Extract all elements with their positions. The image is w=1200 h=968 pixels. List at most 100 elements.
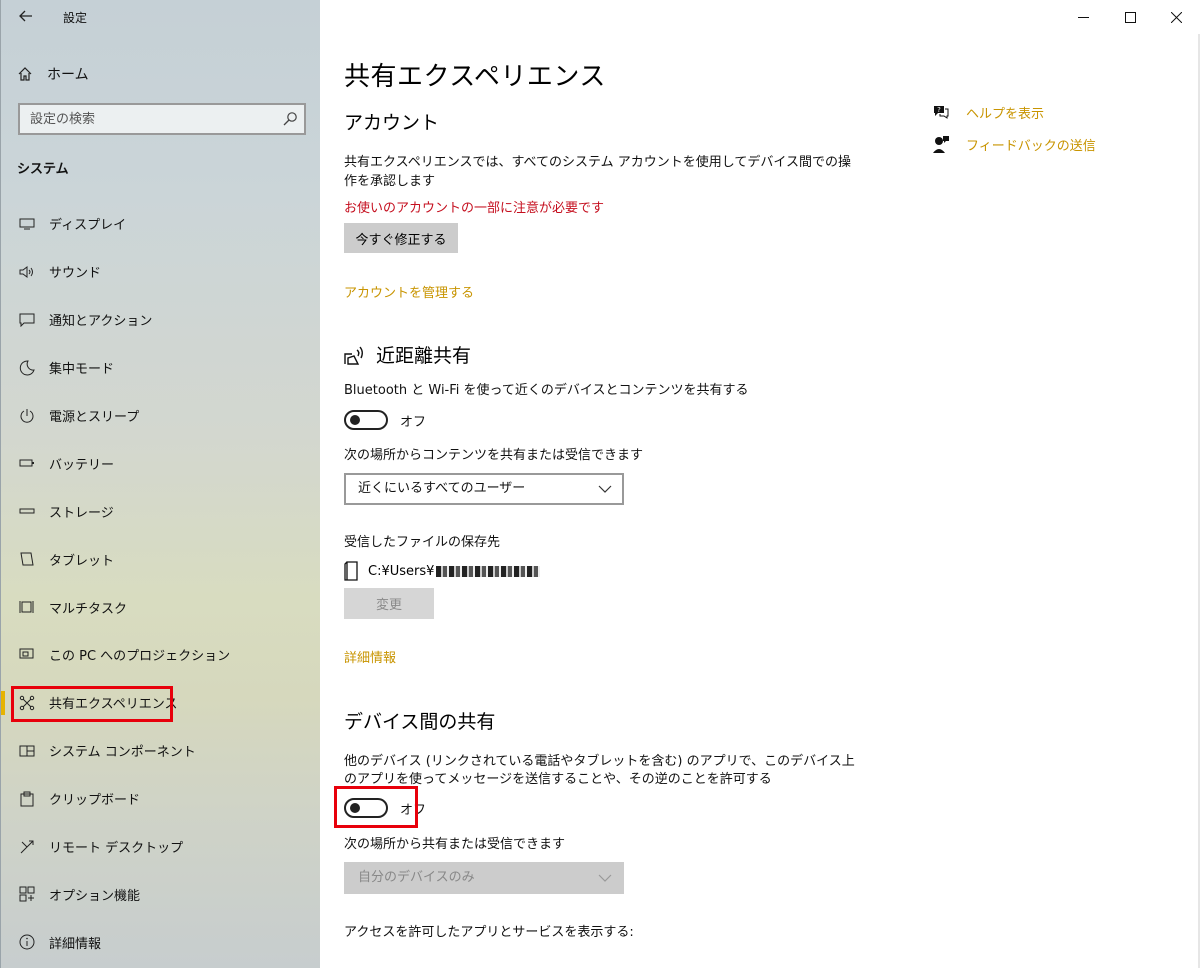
cross-device-toggle-state: オフ [400, 802, 427, 818]
cross-device-share-from-select[interactable]: 自分のデバイスのみ [344, 862, 624, 894]
nearby-share-icon [344, 346, 363, 365]
section-title: システム [17, 162, 69, 177]
search-input[interactable] [20, 105, 270, 133]
change-location-button[interactable]: 変更 [344, 588, 434, 619]
sidebar-item-label: 詳細情報 [49, 936, 102, 952]
sidebar-item-display[interactable]: ディスプレイ [1, 200, 321, 248]
component-icon [19, 743, 35, 759]
nearby-share-from-select[interactable]: 近くにいるすべてのユーザー [344, 473, 624, 505]
nearby-share-from-label: 次の場所からコンテンツを共有または受信できます [344, 448, 644, 463]
remote-desktop-icon [19, 839, 35, 855]
clipboard-icon [19, 791, 35, 807]
home-label: ホーム [47, 67, 89, 83]
sidebar-item-tablet[interactable]: タブレット [1, 535, 321, 583]
account-warning: お使いのアカウントの一部に注意が必要です [344, 201, 605, 216]
cross-device-toggle[interactable] [344, 798, 388, 818]
sidebar-item-focus[interactable]: 集中モード [1, 344, 321, 392]
sidebar-item-label: バッテリー [49, 457, 115, 473]
toggle-knob [350, 803, 360, 813]
sidebar-item-label: タブレット [49, 553, 115, 569]
sidebar-item-multitask[interactable]: マルチタスク [1, 583, 321, 631]
power-icon [19, 408, 35, 424]
nearby-toggle-state: オフ [400, 414, 427, 430]
fix-now-button[interactable]: 今すぐ修正する [344, 223, 458, 253]
sidebar-item-optional-features[interactable]: オプション機能 [1, 870, 321, 918]
nearby-share-from-value: 近くにいるすべてのユーザー [358, 481, 526, 496]
help-chat-icon: ? [932, 104, 950, 120]
sidebar-item-about[interactable]: 詳細情報 [1, 918, 321, 966]
show-help-label: ヘルプを表示 [966, 106, 1045, 122]
show-help-link[interactable]: ? ヘルプを表示 [932, 100, 1096, 124]
nearby-toggle-row: オフ [344, 410, 426, 430]
sidebar-item-clipboard[interactable]: クリップボード [1, 775, 321, 823]
sidebar-item-storage[interactable]: ストレージ [1, 487, 321, 535]
tablet-file-icon [344, 561, 358, 581]
save-path-row: C:¥Users¥ [344, 560, 541, 582]
chevron-down-icon [598, 874, 612, 882]
sidebar-item-label: クリップボード [49, 793, 141, 809]
sidebar-item-label: オプション機能 [49, 888, 141, 904]
title-bar: 設定 [1, 0, 321, 34]
sidebar-item-components[interactable]: システム コンポーネント [1, 727, 321, 775]
search-box [18, 103, 306, 135]
sidebar: 設定 ホーム システム ディスプレイ サウンド 通知とアクション 集中モード 電… [0, 0, 320, 968]
nearby-heading: 近距離共有 [376, 345, 472, 367]
save-path: C:¥Users¥ [368, 563, 435, 579]
search-icon[interactable] [282, 111, 298, 127]
shared-experience-icon [19, 695, 35, 711]
account-description-line1: 共有エクスペリエンスでは、すべてのシステム アカウントを使用してデバイス間での操 [344, 155, 851, 170]
display-icon [19, 216, 35, 232]
multitask-icon [19, 599, 35, 615]
back-button[interactable] [13, 5, 39, 29]
sidebar-item-remote-desktop[interactable]: リモート デスクトップ [1, 823, 321, 871]
account-description-line2: 作を承認します [344, 174, 436, 189]
moon-icon [19, 360, 35, 376]
back-arrow-icon [19, 10, 32, 22]
page-title: 共有エクスペリエンス [344, 62, 606, 92]
sidebar-item-label: 共有エクスペリエンス [49, 697, 178, 713]
sidebar-item-projection[interactable]: この PC へのプロジェクション [1, 631, 321, 679]
nearby-toggle[interactable] [344, 410, 388, 430]
sidebar-item-shared-experience[interactable]: 共有エクスペリエンス [1, 679, 321, 727]
tablet-icon [19, 551, 35, 567]
speaker-icon [19, 264, 35, 280]
storage-icon [19, 503, 35, 519]
battery-icon [19, 455, 35, 471]
app-title: 設定 [63, 11, 88, 25]
sidebar-item-label: システム コンポーネント [49, 745, 196, 761]
sidebar-item-label: リモート デスクトップ [49, 841, 184, 857]
toggle-knob [350, 415, 360, 425]
sidebar-item-label: 集中モード [49, 362, 115, 378]
sidebar-item-sound[interactable]: サウンド [1, 248, 321, 296]
nearby-description: Bluetooth と Wi-Fi を使って近くのデバイスとコンテンツを共有する [344, 383, 749, 398]
sidebar-nav: ディスプレイ サウンド 通知とアクション 集中モード 電源とスリープ バッテリー… [1, 200, 321, 966]
sidebar-item-label: ディスプレイ [49, 218, 127, 234]
sidebar-item-label: 電源とスリープ [49, 410, 140, 425]
help-links: ? ヘルプを表示 フィードバックの送信 [932, 100, 1096, 164]
projection-icon [19, 647, 35, 663]
sidebar-item-battery[interactable]: バッテリー [1, 439, 321, 487]
cross-device-share-from-value: 自分のデバイスのみ [358, 870, 475, 885]
chevron-down-icon [598, 485, 612, 493]
sidebar-item-power[interactable]: 電源とスリープ [1, 392, 321, 440]
optional-features-icon [19, 886, 35, 902]
notification-icon [19, 312, 35, 328]
sidebar-item-label: マルチタスク [49, 601, 128, 617]
main-content: 共有エクスペリエンス アカウント 共有エクスペリエンスでは、すべてのシステム ア… [320, 0, 1200, 968]
svg-text:?: ? [937, 106, 941, 114]
feedback-icon [932, 135, 950, 153]
cross-device-share-from-label: 次の場所から共有または受信できます [344, 837, 566, 852]
save-location-label: 受信したファイルの保存先 [344, 535, 501, 550]
redacted-username [436, 565, 541, 577]
nearby-details-link[interactable]: 詳細情報 [344, 647, 396, 666]
send-feedback-link[interactable]: フィードバックの送信 [932, 132, 1096, 156]
nearby-heading-row: 近距離共有 [344, 341, 471, 368]
cross-device-description-line2: のアプリを使ってメッセージを送信することや、その逆のことを許可する [344, 772, 772, 787]
sidebar-item-notifications[interactable]: 通知とアクション [1, 296, 321, 344]
sidebar-item-label: この PC へのプロジェクション [49, 649, 231, 665]
sidebar-item-label: ストレージ [49, 505, 114, 521]
manage-accounts-link[interactable]: アカウントを管理する [344, 282, 474, 301]
cross-device-description-line1: 他のデバイス (リンクされている電話やタブレットを含む) のアプリで、このデバイ… [344, 754, 855, 769]
info-icon [19, 934, 35, 950]
home-nav-item[interactable]: ホーム [17, 62, 89, 86]
